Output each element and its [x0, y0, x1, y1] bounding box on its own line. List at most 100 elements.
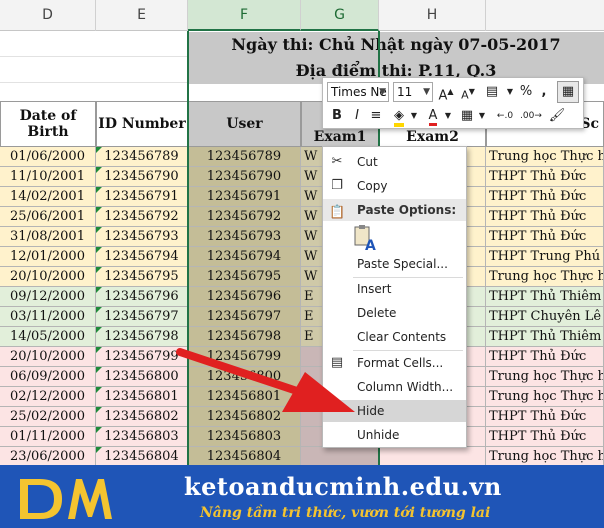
column-header-e[interactable]: E: [96, 0, 188, 31]
cell-user[interactable]: 123456802: [188, 407, 301, 427]
increase-font-icon[interactable]: A▲: [437, 82, 455, 103]
cell-date-of-birth[interactable]: 02/12/2000: [0, 387, 96, 407]
menu-item-copy[interactable]: ❐ Copy: [323, 175, 466, 197]
cell-date-of-birth[interactable]: 20/10/2000: [0, 347, 96, 367]
cell-exam2[interactable]: [379, 447, 486, 465]
menu-item-delete[interactable]: Delete: [323, 302, 466, 324]
menu-item-hide[interactable]: Hide: [323, 400, 466, 422]
cell-id-number[interactable]: 123456795: [96, 267, 188, 287]
percent-button[interactable]: %: [517, 82, 535, 102]
cell-id-number[interactable]: 123456792: [96, 207, 188, 227]
font-name-box[interactable]: Times Ne ▼: [327, 82, 389, 102]
cell-user[interactable]: 123456789: [188, 147, 301, 167]
cell-user[interactable]: 123456790: [188, 167, 301, 187]
column-header-i[interactable]: [486, 0, 604, 31]
cell-id-number[interactable]: 123456802: [96, 407, 188, 427]
cell-school[interactable]: THPT Thủ Đức: [486, 227, 604, 247]
cell-id-number[interactable]: 123456794: [96, 247, 188, 267]
cell-school[interactable]: THPT Thủ Đức: [486, 347, 604, 367]
cell-user[interactable]: 123456801: [188, 387, 301, 407]
chevron-down-icon[interactable]: ▼: [443, 106, 453, 126]
paste-values-icon[interactable]: A: [353, 224, 379, 254]
cell-school[interactable]: THPT Trung Phú: [486, 247, 604, 267]
cell-id-number[interactable]: 123456800: [96, 367, 188, 387]
cell-school[interactable]: Trung học Thực hành: [486, 447, 604, 465]
cell-date-of-birth[interactable]: 06/09/2000: [0, 367, 96, 387]
column-header-d[interactable]: D: [0, 0, 96, 31]
font-color-icon[interactable]: A: [423, 106, 443, 126]
merge-center-icon[interactable]: ▦: [557, 81, 579, 103]
cell-user[interactable]: 123456795: [188, 267, 301, 287]
cell-date-of-birth[interactable]: 20/10/2000: [0, 267, 96, 287]
fill-color-icon[interactable]: ◈: [389, 106, 409, 127]
cell-id-number[interactable]: 123456799: [96, 347, 188, 367]
increase-decimal-icon[interactable]: ←.0: [493, 106, 517, 126]
cell-school[interactable]: THPT Chuyên Lê H: [486, 307, 604, 327]
cell-school[interactable]: Trung học Thực hành: [486, 387, 604, 407]
cell-user[interactable]: 123456793: [188, 227, 301, 247]
decrease-font-icon[interactable]: A▼: [459, 82, 477, 102]
cell-user[interactable]: 123456804: [188, 447, 301, 465]
align-center-icon[interactable]: ≡: [367, 106, 385, 126]
cell-id-number[interactable]: 123456803: [96, 427, 188, 447]
comma-button[interactable]: ,: [537, 82, 551, 102]
menu-item-paste-special[interactable]: Paste Special...: [323, 253, 466, 275]
cell-school[interactable]: THPT Thủ Đức: [486, 167, 604, 187]
cell-school[interactable]: Trung học Thực hành: [486, 267, 604, 287]
cell-date-of-birth[interactable]: 23/06/2000: [0, 447, 96, 465]
cell-user[interactable]: 123456797: [188, 307, 301, 327]
menu-item-insert[interactable]: Insert: [323, 278, 466, 300]
cell-user[interactable]: 123456791: [188, 187, 301, 207]
cell-user[interactable]: 123456800: [188, 367, 301, 387]
font-size-box[interactable]: 11 ▼: [393, 82, 433, 102]
menu-item-clear-contents[interactable]: Clear Contents: [323, 326, 466, 348]
chevron-down-icon[interactable]: ▼: [505, 82, 515, 102]
cell-date-of-birth[interactable]: 12/01/2000: [0, 247, 96, 267]
cell-date-of-birth[interactable]: 03/11/2000: [0, 307, 96, 327]
cell-user[interactable]: 123456798: [188, 327, 301, 347]
borders-icon[interactable]: ▦: [457, 106, 477, 126]
format-painter-icon[interactable]: 🖌: [547, 106, 567, 126]
cell-user[interactable]: 123456794: [188, 247, 301, 267]
chevron-down-icon[interactable]: ▼: [477, 106, 487, 126]
cell-date-of-birth[interactable]: 25/02/2000: [0, 407, 96, 427]
cell-date-of-birth[interactable]: 14/05/2000: [0, 327, 96, 347]
cell-school[interactable]: THPT Thủ Đức: [486, 187, 604, 207]
cell-date-of-birth[interactable]: 11/10/2001: [0, 167, 96, 187]
cell-id-number[interactable]: 123456793: [96, 227, 188, 247]
cell-school[interactable]: Trung học Thực hành: [486, 367, 604, 387]
cell-date-of-birth[interactable]: 25/06/2001: [0, 207, 96, 227]
cell-id-number[interactable]: 123456798: [96, 327, 188, 347]
cell-date-of-birth[interactable]: 01/11/2000: [0, 427, 96, 447]
chevron-down-icon[interactable]: ▼: [409, 106, 419, 126]
column-header-f[interactable]: F: [188, 0, 301, 31]
column-header-g[interactable]: G: [301, 0, 379, 31]
menu-item-unhide[interactable]: Unhide: [323, 424, 466, 446]
bold-button[interactable]: B: [329, 106, 345, 126]
cell-school[interactable]: THPT Thủ Thiêm: [486, 287, 604, 307]
cell-school[interactable]: THPT Thủ Thiêm: [486, 327, 604, 347]
cell-date-of-birth[interactable]: 01/06/2000: [0, 147, 96, 167]
decrease-decimal-icon[interactable]: .00→: [519, 106, 543, 126]
accounting-format-icon[interactable]: ▤: [481, 82, 503, 102]
cell-date-of-birth[interactable]: 31/08/2001: [0, 227, 96, 247]
column-header-h[interactable]: H: [379, 0, 486, 31]
cell-id-number[interactable]: 123456796: [96, 287, 188, 307]
cell-exam1[interactable]: [301, 447, 379, 465]
cell-school[interactable]: THPT Thủ Đức: [486, 407, 604, 427]
cell-school[interactable]: Trung học Thực hành: [486, 147, 604, 167]
cell-user[interactable]: 123456799: [188, 347, 301, 367]
italic-button[interactable]: I: [349, 106, 365, 126]
cell-user[interactable]: 123456796: [188, 287, 301, 307]
cell-id-number[interactable]: 123456801: [96, 387, 188, 407]
menu-item-format-cells[interactable]: ▤ Format Cells...: [323, 352, 466, 374]
cell-id-number[interactable]: 123456789: [96, 147, 188, 167]
cell-date-of-birth[interactable]: 14/02/2001: [0, 187, 96, 207]
cell-school[interactable]: THPT Thủ Đức: [486, 427, 604, 447]
cell-user[interactable]: 123456792: [188, 207, 301, 227]
cell-school[interactable]: THPT Thủ Đức: [486, 207, 604, 227]
cell-user[interactable]: 123456803: [188, 427, 301, 447]
menu-item-column-width[interactable]: Column Width...: [323, 376, 466, 398]
cell-id-number[interactable]: 123456791: [96, 187, 188, 207]
cell-id-number[interactable]: 123456804: [96, 447, 188, 465]
